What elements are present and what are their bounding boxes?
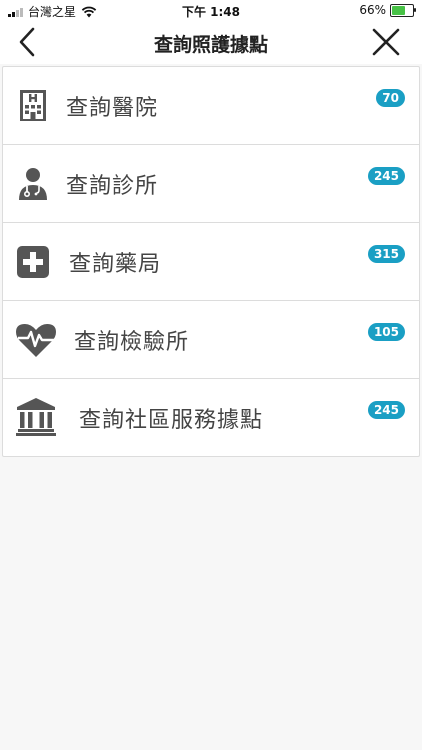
item-label: 查詢檢驗所 [74, 329, 190, 355]
item-label: 查詢診所 [66, 173, 159, 199]
list-item-laboratory[interactable]: 查詢檢驗所 105 [3, 301, 419, 379]
count-badge: 245 [367, 167, 405, 185]
nav-bar: 查詢照護據點 [0, 20, 422, 64]
item-label: 查詢社區服務據點 [79, 407, 264, 433]
item-label: 查詢藥局 [69, 251, 162, 277]
doctor-icon [19, 168, 47, 200]
list-item-clinic[interactable]: 查詢診所 245 [3, 145, 419, 223]
status-bar: 台灣之星 下午 1:48 66% [0, 0, 422, 20]
list-item-hospital[interactable]: 查詢醫院 70 [3, 67, 419, 145]
list-item-pharmacy[interactable]: 查詢藥局 315 [3, 223, 419, 301]
battery-icon [390, 3, 416, 17]
close-icon[interactable] [370, 26, 402, 58]
institution-building-icon [16, 398, 56, 436]
hospital-building-icon [20, 90, 46, 121]
list-item-community-service[interactable]: 查詢社區服務據點 245 [3, 379, 419, 456]
count-badge: 245 [367, 401, 405, 419]
count-badge: 315 [367, 245, 405, 263]
battery-percent: 66% [359, 3, 386, 17]
count-badge: 105 [367, 323, 405, 341]
item-label: 查詢醫院 [66, 95, 159, 121]
page-title: 查詢照護據點 [153, 34, 268, 56]
care-point-list: 查詢醫院 70 查詢診所 245 查詢藥局 315 查詢檢驗所 105 查詢社區… [2, 66, 420, 457]
status-right: 66% [359, 3, 416, 17]
heartbeat-icon [16, 324, 56, 357]
count-badge: 70 [376, 89, 405, 107]
medical-cross-icon [17, 246, 49, 278]
